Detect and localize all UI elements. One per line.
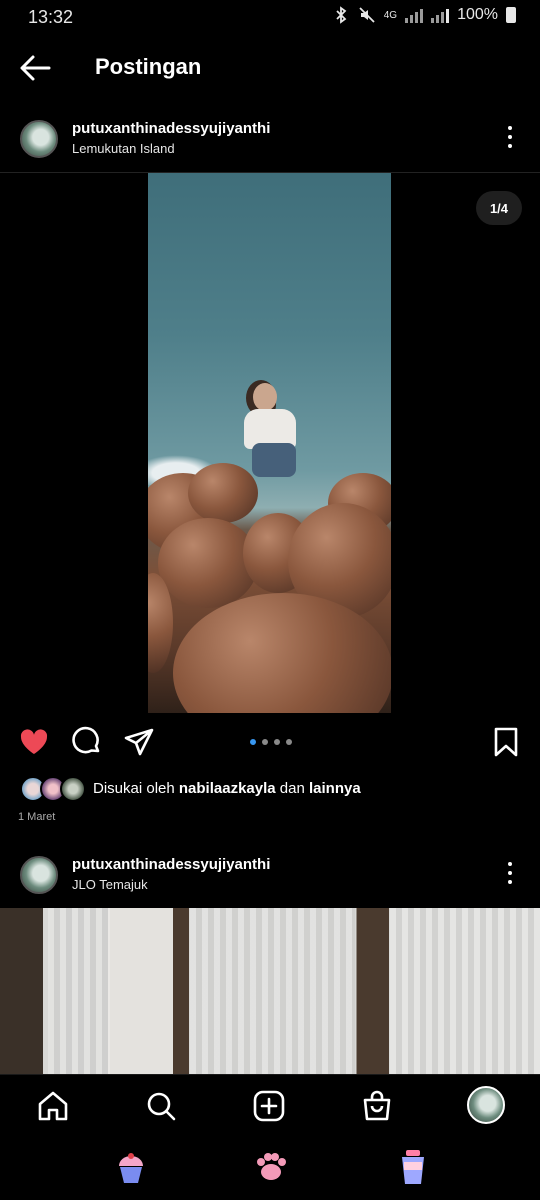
carousel-dot <box>286 739 292 745</box>
likes-connector: dan <box>279 780 305 797</box>
bottom-nav <box>0 1074 540 1136</box>
person-head <box>253 383 277 411</box>
signal-icon-2 <box>431 7 450 23</box>
app-header: Postingan <box>0 36 540 100</box>
page-title: Postingan <box>95 54 202 79</box>
mute-icon <box>359 7 375 23</box>
bookmark-icon[interactable] <box>490 726 522 758</box>
send-icon[interactable] <box>123 726 155 758</box>
comment-icon[interactable] <box>71 726 103 758</box>
paw-icon[interactable] <box>254 1148 288 1186</box>
home-icon[interactable] <box>36 1089 70 1123</box>
more-options-icon[interactable] <box>502 124 518 150</box>
carousel-indicator <box>250 739 292 745</box>
carousel-dot <box>262 739 268 745</box>
person-legs <box>252 443 296 477</box>
likes-prefix: Disukai oleh <box>93 780 175 797</box>
post-actions <box>0 722 540 764</box>
curtain <box>390 908 540 1074</box>
likes-summary[interactable]: Disukai oleh nabilaazkayla dan lainnya <box>20 775 520 803</box>
gas-tank <box>188 463 258 523</box>
liked-user-link[interactable]: nabilaazkayla <box>179 780 276 797</box>
bluetooth-icon <box>336 6 347 24</box>
avatar <box>60 776 86 802</box>
image-counter-badge: 1/4 <box>476 191 522 225</box>
curtain <box>190 908 355 1074</box>
carousel-dot <box>250 739 256 745</box>
likes-text: Disukai oleh nabilaazkayla dan lainnya <box>93 780 361 797</box>
profile-avatar[interactable] <box>467 1086 505 1124</box>
post-header-2: putuxanthinadessyujiyanthi JLO Temajuk <box>0 848 540 904</box>
post-location[interactable]: JLO Temajuk <box>72 877 148 892</box>
post-image-2[interactable] <box>0 908 540 1074</box>
cupcake-icon[interactable] <box>114 1148 148 1186</box>
liker-avatars <box>20 775 86 803</box>
back-arrow-icon[interactable] <box>18 52 52 84</box>
post-username[interactable]: putuxanthinadessyujiyanthi <box>72 856 270 873</box>
cup-icon[interactable] <box>396 1148 430 1186</box>
avatar[interactable] <box>20 120 58 158</box>
post-date: 1 Maret <box>18 811 56 823</box>
status-icons: 4G 100% <box>332 6 516 24</box>
gas-tank <box>158 518 258 608</box>
post-location[interactable]: Lemukutan Island <box>72 141 175 156</box>
add-post-icon[interactable] <box>252 1089 286 1123</box>
curtain <box>48 908 110 1074</box>
likes-others-link[interactable]: lainnya <box>309 780 361 797</box>
heart-filled-icon[interactable] <box>18 726 50 758</box>
post-username[interactable]: putuxanthinadessyujiyanthi <box>72 120 270 137</box>
network-type: 4G <box>383 9 398 21</box>
signal-icon <box>405 7 424 23</box>
battery-icon <box>506 7 516 23</box>
search-icon[interactable] <box>144 1089 178 1123</box>
status-bar: 13:32 4G 100% <box>0 0 540 36</box>
avatar[interactable] <box>20 856 58 894</box>
post-header: putuxanthinadessyujiyanthi Lemukutan Isl… <box>0 112 540 168</box>
post-image[interactable] <box>148 173 391 713</box>
shop-icon[interactable] <box>360 1089 394 1123</box>
status-time: 13:32 <box>28 7 74 27</box>
more-options-icon[interactable] <box>502 860 518 886</box>
system-nav <box>0 1136 540 1200</box>
instagram-post-screen: 13:32 4G 100% Postingan putuxanthinadess… <box>0 0 540 1200</box>
battery-percent: 100% <box>457 6 498 23</box>
carousel-dot <box>274 739 280 745</box>
